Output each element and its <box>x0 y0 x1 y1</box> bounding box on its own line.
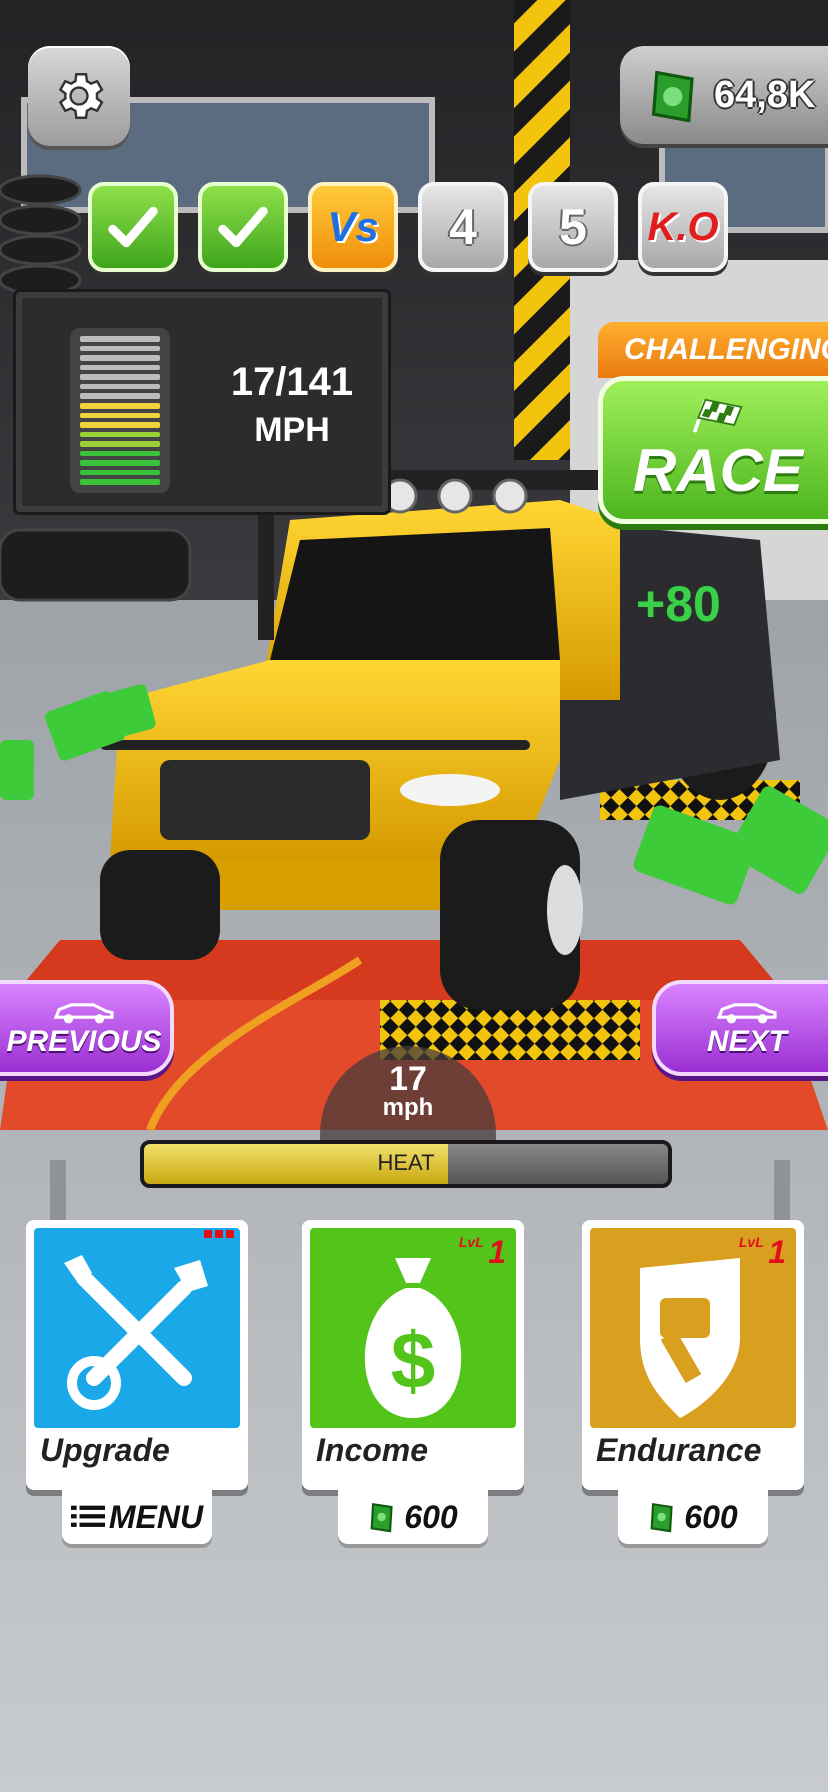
next-car-button[interactable]: NEXT <box>652 980 828 1076</box>
step-5-locked: 5 <box>528 182 618 272</box>
endurance-level-prefix: LvL <box>738 1234 764 1250</box>
income-level-value: 1 <box>488 1234 506 1270</box>
gauge-bar <box>80 450 160 457</box>
gauge-bar <box>80 422 160 428</box>
gauge-bar <box>80 441 160 447</box>
list-icon <box>70 1505 105 1527</box>
previous-label: PREVIOUS <box>6 1025 162 1058</box>
income-buy-button[interactable]: 600 <box>338 1490 488 1544</box>
car-icon <box>53 1003 114 1024</box>
checkered-flag-icon <box>692 398 743 433</box>
speed-readout: 17/141 MPH <box>202 358 382 454</box>
heat-bar: HEAT <box>140 1140 672 1188</box>
gauge-bar <box>80 402 160 409</box>
car-icon <box>716 1003 777 1024</box>
gauge-bar <box>80 383 160 390</box>
money-amount: 64,8K <box>714 73 816 116</box>
checkmark-icon <box>108 206 158 248</box>
endurance-level-value: 1 <box>768 1234 786 1270</box>
endurance-card[interactable]: LvL 1 Endurance <box>582 1220 804 1490</box>
svg-text:$: $ <box>391 1316 436 1405</box>
upgrade-card[interactable]: Upgrade <box>26 1220 248 1490</box>
race-button[interactable]: RACE <box>598 376 828 524</box>
endurance-price: 600 <box>684 1498 738 1535</box>
step-1-complete <box>88 182 178 272</box>
wrench-screwdriver-icon <box>64 1255 208 1410</box>
gauge-bar <box>80 374 160 380</box>
income-card[interactable]: $ LvL 1 Income <box>302 1220 524 1490</box>
income-level-prefix: LvL <box>458 1234 484 1250</box>
gauge-bar <box>80 393 160 399</box>
previous-car-button[interactable]: PREVIOUS <box>0 980 174 1076</box>
cash-icon <box>370 1503 393 1533</box>
income-price: 600 <box>404 1498 458 1535</box>
gauge-bar <box>80 469 160 476</box>
heat-label: HEAT <box>377 1150 435 1175</box>
speed-unit: MPH <box>254 411 330 449</box>
race-section: CHALLENGING RACE <box>598 322 828 532</box>
step-6-knockout: K.O <box>638 182 728 272</box>
step-4-locked: 4 <box>418 182 508 272</box>
reward-popup: +80 <box>636 576 721 632</box>
checkmark-icon <box>218 206 268 248</box>
current-speed-value: 17 <box>389 1060 427 1098</box>
speed-panel: 17/141 MPH <box>16 292 388 512</box>
cash-icon <box>650 1503 673 1533</box>
gauge-bar <box>80 345 160 352</box>
cash-stack-icon <box>651 70 694 123</box>
endurance-buy-button[interactable]: 600 <box>618 1490 768 1544</box>
income-title: Income <box>316 1432 429 1468</box>
money-counter: 64,8K <box>620 46 828 144</box>
menu-label: MENU <box>108 1498 204 1535</box>
gauge-bar <box>80 412 160 419</box>
gauge-bar <box>80 460 160 466</box>
endurance-title: Endurance <box>596 1432 762 1468</box>
gauge-bar <box>80 336 160 342</box>
gear-icon <box>58 73 104 119</box>
step-2-complete <box>198 182 288 272</box>
gauge-bar <box>80 355 160 361</box>
next-label: NEXT <box>706 1025 787 1058</box>
gauge-bar <box>80 431 160 438</box>
menu-button[interactable]: MENU <box>62 1490 212 1544</box>
current-speed-unit: mph <box>382 1094 434 1121</box>
race-label: RACE <box>632 436 803 504</box>
settings-button[interactable] <box>28 46 130 146</box>
speed-value: 17/141 <box>230 360 354 404</box>
gauge-bar <box>80 364 160 371</box>
race-difficulty-banner: CHALLENGING <box>598 322 828 378</box>
endurance-level: LvL 1 <box>739 1234 786 1271</box>
income-level: LvL 1 <box>459 1234 506 1271</box>
step-3-versus: Vs <box>308 182 398 272</box>
speed-gauge <box>70 328 170 493</box>
upgrade-card-art <box>34 1228 240 1428</box>
gauge-bar <box>80 479 160 485</box>
upgrade-title: Upgrade <box>40 1432 170 1468</box>
level-progress: Vs 4 5 K.O <box>88 182 728 272</box>
upgrade-dots <box>204 1230 234 1238</box>
